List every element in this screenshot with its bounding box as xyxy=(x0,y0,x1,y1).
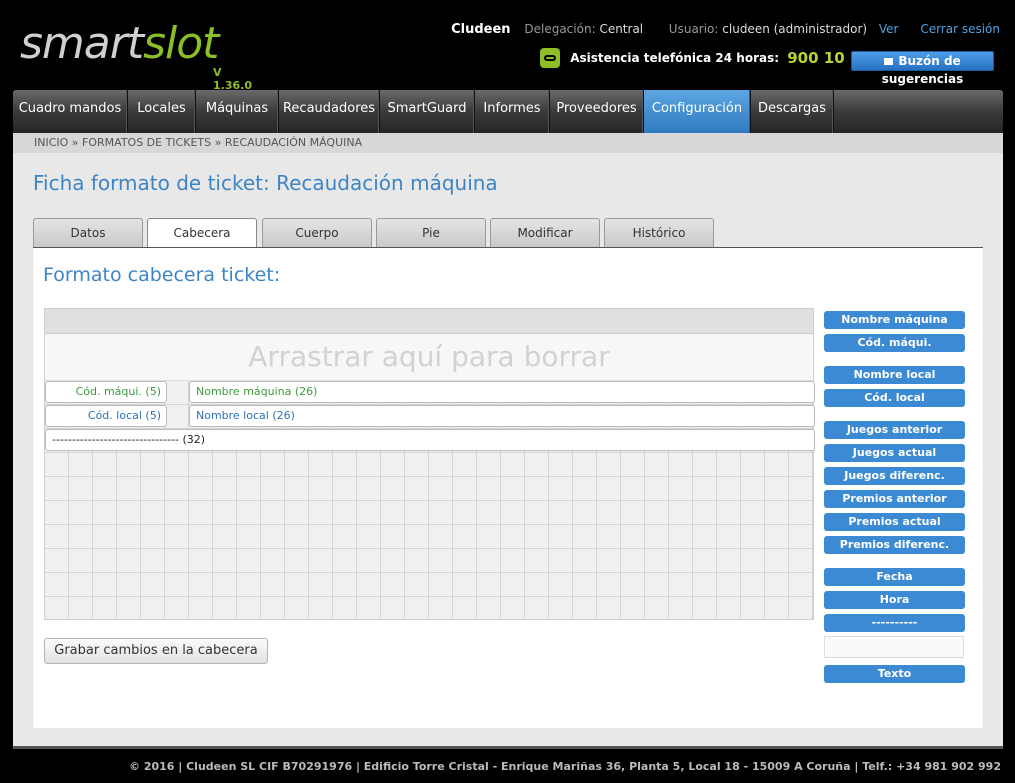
nav-item-informes[interactable]: Informes xyxy=(475,90,550,133)
breadcrumb: INICIO » FORMATOS DE TICKETS » RECAUDACI… xyxy=(34,136,363,149)
app-logo[interactable]: smartslot V 1.36.0 xyxy=(20,18,260,92)
nav-item-label: SmartGuard xyxy=(387,101,467,116)
footer: © 2016 | Cludeen SL CIF B70291976 | Edif… xyxy=(0,746,1015,783)
add-separator-button[interactable]: ---------- xyxy=(824,614,965,632)
add-juegos-anterior-button[interactable]: Juegos anterior xyxy=(824,421,965,439)
footer-text: © 2016 | Cludeen SL CIF B70291976 | Edif… xyxy=(128,760,1001,773)
logo-wordmark: smartslot xyxy=(20,18,219,70)
nav-item-label: Locales xyxy=(137,101,186,116)
footer-divider xyxy=(13,746,1003,749)
nav-item-maquinas[interactable]: Máquinas xyxy=(196,90,279,133)
add-fecha-button[interactable]: Fecha xyxy=(824,568,965,586)
tab-modificar[interactable]: Modificar xyxy=(490,218,600,247)
tab-label: Histórico xyxy=(632,226,686,240)
add-juegos-diferencia-button[interactable]: Juegos diferenc. xyxy=(824,467,965,485)
mailbox-icon xyxy=(884,58,894,65)
logout-link[interactable]: Cerrar sesión xyxy=(920,22,1000,36)
tab-label: Modificar xyxy=(517,226,573,240)
logo-main-text: smart xyxy=(20,18,144,69)
app-version: V 1.36.0 xyxy=(213,66,252,92)
nav-item-label: Cuadro mandos xyxy=(18,101,122,116)
company-name: Cludeen xyxy=(451,22,511,37)
suggestions-button-label: Buzón de sugerencias xyxy=(881,54,964,86)
tab-cabecera[interactable]: Cabecera xyxy=(147,218,257,248)
nav-item-label: Descargas xyxy=(757,101,826,116)
add-nombre-local-button[interactable]: Nombre local xyxy=(824,366,965,384)
add-cod-local-button[interactable]: Cód. local xyxy=(824,389,965,407)
tab-label: Datos xyxy=(70,226,106,240)
phone-icon xyxy=(540,48,560,68)
suggestions-button[interactable]: Buzón de sugerencias xyxy=(851,51,994,86)
custom-text-input[interactable] xyxy=(824,636,964,658)
nav-item-label: Recaudadores xyxy=(282,101,376,116)
tab-pie[interactable]: Pie xyxy=(376,218,486,247)
nav-item-recaudadores[interactable]: Recaudadores xyxy=(279,90,380,133)
add-premios-diferencia-button[interactable]: Premios diferenc. xyxy=(824,536,965,554)
nav-item-descargas[interactable]: Descargas xyxy=(751,90,834,133)
nav-item-label: Configuración xyxy=(651,101,743,116)
tab-panel-cabecera: Formato cabecera ticket: Arrastrar aquí … xyxy=(33,248,983,728)
ticket-field-nombre-maquina[interactable]: Nombre máquina (26) xyxy=(189,381,815,403)
nav-item-label: Máquinas xyxy=(205,101,269,116)
add-premios-anterior-button[interactable]: Premios anterior xyxy=(824,490,965,508)
breadcrumb-bar: INICIO » FORMATOS DE TICKETS » RECAUDACI… xyxy=(13,133,1003,153)
delegation-label: Delegación: xyxy=(524,22,596,36)
nav-item-locales[interactable]: Locales xyxy=(128,90,196,133)
delegation-value: Central xyxy=(599,22,644,36)
add-nombre-maquina-button[interactable]: Nombre máquina xyxy=(824,311,965,329)
tab-datos[interactable]: Datos xyxy=(33,218,143,247)
ticket-field-cod-maquina[interactable]: Cód. máqui. (5) xyxy=(45,381,167,403)
nav-item-proveedores[interactable]: Proveedores xyxy=(550,90,644,133)
section-title: Formato cabecera ticket: xyxy=(43,264,281,286)
ticket-field-separator[interactable]: -------------------------------- (32) xyxy=(45,429,815,451)
nav-item-cuadro-mandos[interactable]: Cuadro mandos xyxy=(13,90,128,133)
ticket-field-nombre-local[interactable]: Nombre local (26) xyxy=(189,405,815,427)
nav-item-smartguard[interactable]: SmartGuard xyxy=(380,90,475,133)
ticket-layout-grid[interactable]: Arrastrar aquí para borrar Cód. máqui. (… xyxy=(44,308,815,620)
nav-item-label: Proveedores xyxy=(556,101,637,116)
nav-item-label: Informes xyxy=(483,101,541,116)
nav-item-configuracion[interactable]: Configuración xyxy=(644,90,751,133)
user-value: cludeen (administrador) xyxy=(722,22,868,36)
logo-accent-text: slot xyxy=(143,18,219,69)
save-header-button[interactable]: Grabar cambios en la cabecera xyxy=(44,638,268,664)
add-cod-maquina-button[interactable]: Cód. máqui. xyxy=(824,334,965,352)
delete-drop-zone[interactable]: Arrastrar aquí para borrar xyxy=(45,334,813,381)
add-texto-button[interactable]: Texto xyxy=(824,665,965,683)
tab-cuerpo[interactable]: Cuerpo xyxy=(262,218,372,247)
view-user-link[interactable]: Ver xyxy=(879,22,899,36)
support-label: Asistencia telefónica 24 horas: xyxy=(570,51,780,65)
grid-header-bar xyxy=(45,309,813,334)
add-hora-button[interactable]: Hora xyxy=(824,591,965,609)
add-juegos-actual-button[interactable]: Juegos actual xyxy=(824,444,965,462)
main-nav: Cuadro mandos Locales Máquinas Recaudado… xyxy=(13,90,1003,133)
add-premios-actual-button[interactable]: Premios actual xyxy=(824,513,965,531)
main-content: Ficha formato de ticket: Recaudación máq… xyxy=(13,153,1003,746)
page-title: Ficha formato de ticket: Recaudación máq… xyxy=(33,171,498,195)
ticket-field-cod-local[interactable]: Cód. local (5) xyxy=(45,405,167,427)
user-label: Usuario: xyxy=(668,22,719,36)
tab-label: Cabecera xyxy=(173,226,231,240)
tab-label: Cuerpo xyxy=(295,226,339,240)
phone-support: Asistencia telefónica 24 horas: 900 10 2… xyxy=(540,48,897,70)
tab-label: Pie xyxy=(422,226,440,240)
user-info: Cludeen Delegación: Central Usuario: clu… xyxy=(451,22,1000,37)
header: smartslot V 1.36.0 Cludeen Delegación: C… xyxy=(0,0,1015,92)
tab-historico[interactable]: Histórico xyxy=(604,218,714,247)
